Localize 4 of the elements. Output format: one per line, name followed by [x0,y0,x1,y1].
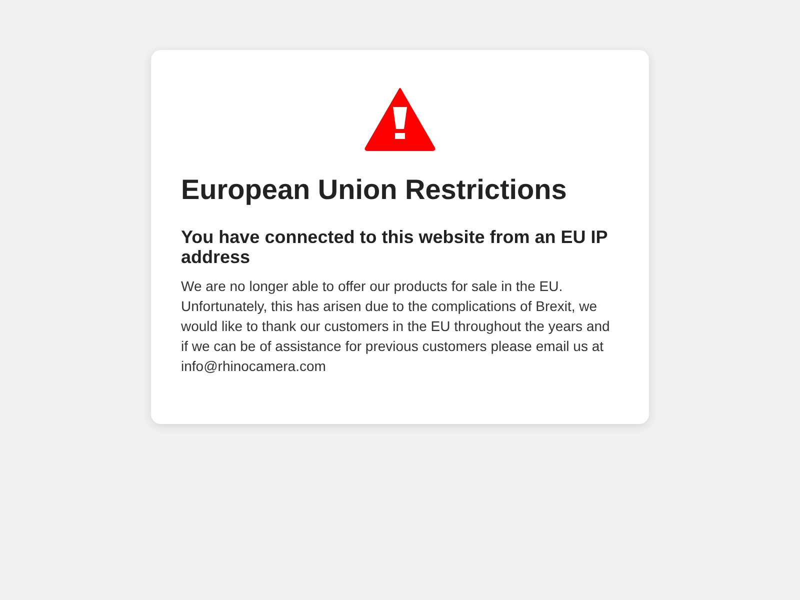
subtitle: You have connected to this website from an EU IP address [181,227,608,267]
page-title: European Union Restrictions [181,173,568,207]
warning-icon [364,87,436,151]
message-text: We are no longer able to offer our products for sale in the EU. Unfortunately, this has arisen due to the complications of Brexit, we would like to thank our customers in the EU throughout the years and if we can be of assistance for previous customers please email us at info@rhinocamera.com [181,277,611,376]
